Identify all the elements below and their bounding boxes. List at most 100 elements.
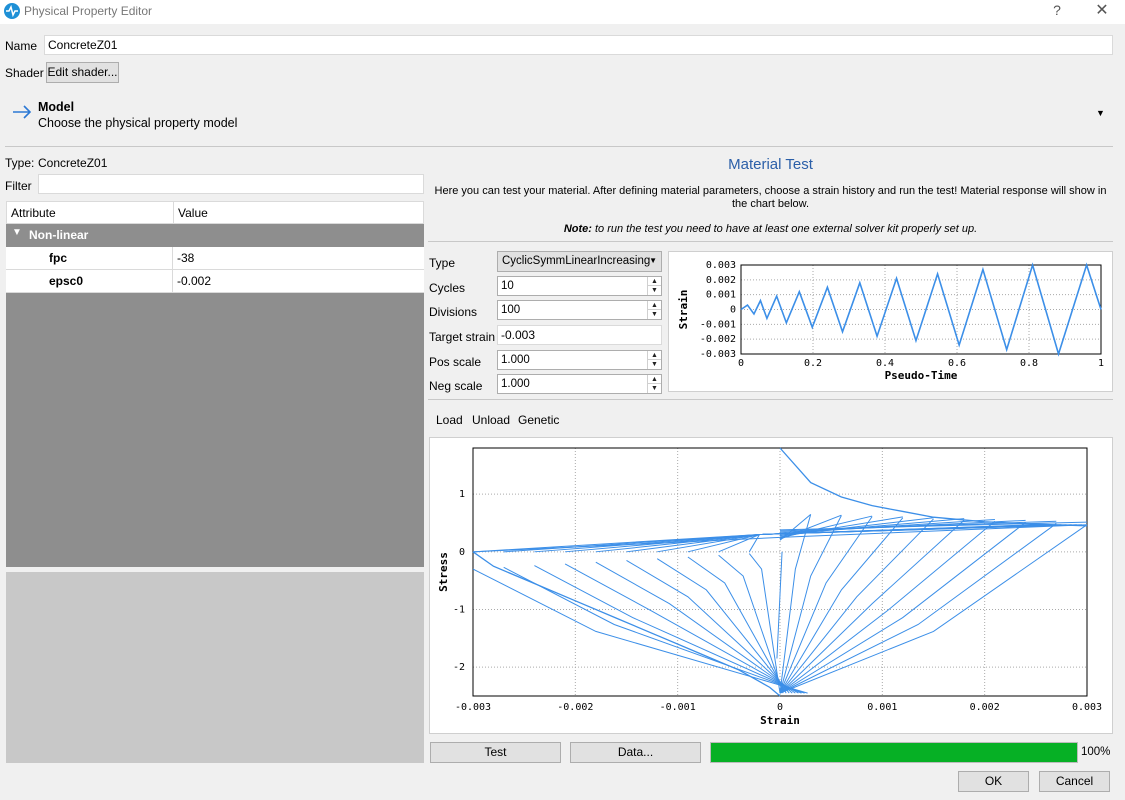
attribute-value[interactable]: -0.002 <box>177 274 211 288</box>
spin-down-icon[interactable]: ▼ <box>648 360 661 369</box>
hysteresis-branch <box>779 514 812 694</box>
y-tick-label: 1 <box>459 489 465 500</box>
neg-scale-stepper[interactable]: 1.000 ▲ ▼ <box>497 374 662 394</box>
attribute-name: fpc <box>49 251 67 265</box>
group-label: Non-linear <box>29 228 89 242</box>
x-tick-label: -0.002 <box>557 702 593 713</box>
model-subtitle: Choose the physical property model <box>38 116 238 130</box>
help-button[interactable]: ? <box>1050 2 1064 20</box>
divider <box>428 241 1113 242</box>
x-tick-label: -0.003 <box>455 702 491 713</box>
type-value: ConcreteZ01 <box>38 156 108 170</box>
shader-label: Shader <box>5 66 44 80</box>
y-tick-label: 0.003 <box>706 260 736 271</box>
attribute-name: epsc0 <box>49 274 84 288</box>
table-empty-area <box>6 293 424 567</box>
strain-history-plot: 0 0.2 0.4 0.6 0.8 1 0.003 0.002 0.001 0 -0.001 -0.0… <box>677 260 1104 382</box>
arrow-right-icon <box>10 102 34 122</box>
divider <box>5 146 1113 147</box>
type-select[interactable]: CyclicSymmLinearIncreasing ▼ <box>497 251 662 272</box>
cancel-button[interactable]: Cancel <box>1039 771 1110 792</box>
x-tick-label: 0.2 <box>804 358 822 369</box>
neg-scale-value: 1.000 <box>501 378 530 390</box>
spin-up-icon[interactable]: ▲ <box>648 375 661 384</box>
chevron-down-icon[interactable]: ▼ <box>1096 108 1105 118</box>
chevron-down-icon: ▼ <box>649 256 657 265</box>
edit-shader-button[interactable]: Edit shader... <box>46 62 119 83</box>
y-tick-label: -0.001 <box>700 319 736 330</box>
material-test-title: Material Test <box>728 156 813 173</box>
x-tick-label: 0.4 <box>876 358 894 369</box>
hysteresis-branch <box>656 558 790 694</box>
divisions-label: Divisions <box>429 305 478 319</box>
type-select-value: CyclicSymmLinearIncreasing <box>502 255 651 267</box>
note-bold: Note: <box>563 223 592 235</box>
hysteresis-branch <box>718 554 784 694</box>
group-row-non-linear[interactable]: ▼ Non-linear <box>6 224 424 247</box>
column-attribute[interactable]: Attribute <box>11 206 56 220</box>
x-tick-label: 0 <box>777 702 783 713</box>
name-label: Name <box>5 39 38 53</box>
name-input[interactable]: ConcreteZ01 <box>44 35 1113 55</box>
divisions-stepper[interactable]: 100 ▲ ▼ <box>497 300 662 320</box>
spin-up-icon[interactable]: ▲ <box>648 301 661 310</box>
pos-scale-value: 1.000 <box>501 354 530 366</box>
y-tick-label: 0 <box>459 547 465 558</box>
filter-input[interactable] <box>38 174 424 194</box>
progress-bar <box>710 742 1078 763</box>
hysteresis-branch <box>779 515 842 694</box>
y-tick-label: -0.003 <box>700 349 736 360</box>
spin-up-icon[interactable]: ▲ <box>648 351 661 360</box>
stress-strain-plot: -0.003 -0.002 -0.001 0 0.001 0.002 0.003 1 0 -1 -2… <box>437 447 1102 727</box>
spin-down-icon[interactable]: ▼ <box>648 286 661 295</box>
x-tick-label: 0 <box>738 358 744 369</box>
chevron-down-icon[interactable]: ▼ <box>12 227 22 238</box>
cycles-label: Cycles <box>429 281 466 295</box>
cycles-stepper[interactable]: 10 ▲ ▼ <box>497 276 662 296</box>
window-title: Physical Property Editor <box>24 4 153 18</box>
target-strain-input[interactable]: -0.003 <box>497 325 662 345</box>
close-icon[interactable]: ✕ <box>1092 0 1112 20</box>
column-value[interactable]: Value <box>178 206 208 220</box>
test-button[interactable]: Test <box>430 742 561 763</box>
tab-load[interactable]: Load <box>436 413 463 427</box>
table-row[interactable]: epsc0 -0.002 <box>6 270 424 293</box>
attribute-value[interactable]: -38 <box>177 251 194 265</box>
y-tick-label: -0.002 <box>700 334 736 345</box>
spin-up-icon[interactable]: ▲ <box>648 277 661 286</box>
spin-down-icon[interactable]: ▼ <box>648 310 661 319</box>
hysteresis-branch <box>779 524 1088 694</box>
y-tick-label: -1 <box>453 604 465 615</box>
pos-scale-stepper[interactable]: 1.000 ▲ ▼ <box>497 350 662 370</box>
x-tick-label: 0.8 <box>1020 358 1038 369</box>
spin-down-icon[interactable]: ▼ <box>648 384 661 393</box>
strain-history-chart: 0 0.2 0.4 0.6 0.8 1 0.003 0.002 0.001 0 -0.001 -0.0… <box>668 251 1113 392</box>
table-header: Attribute Value <box>6 201 424 224</box>
progress-label: 100% <box>1081 746 1111 758</box>
x-tick-label: 0.003 <box>1072 702 1102 713</box>
model-title: Model <box>38 100 75 114</box>
divider <box>428 399 1113 400</box>
hysteresis-branch <box>776 551 783 659</box>
material-test-description: Here you can test your material. After d… <box>434 185 1107 210</box>
filter-label: Filter <box>5 179 32 193</box>
cycles-value: 10 <box>501 280 514 292</box>
ok-button[interactable]: OK <box>958 771 1029 792</box>
y-axis-label: Stress <box>437 552 450 592</box>
x-axis-label: Pseudo-Time <box>885 369 958 382</box>
hysteresis-branch <box>779 516 873 694</box>
table-row[interactable]: fpc -38 <box>6 247 424 270</box>
x-tick-label: 0.002 <box>970 702 1000 713</box>
divisions-value: 100 <box>501 304 521 316</box>
neg-scale-label: Neg scale <box>429 379 483 393</box>
y-tick-label: 0.001 <box>706 290 736 301</box>
x-tick-label: 0.001 <box>867 702 897 713</box>
x-tick-label: 1 <box>1098 358 1104 369</box>
lower-panel <box>6 572 424 763</box>
tab-unload[interactable]: Unload <box>472 413 510 427</box>
app-icon <box>4 3 20 19</box>
data-button[interactable]: Data... <box>570 742 701 763</box>
tab-genetic[interactable]: Genetic <box>518 413 559 427</box>
x-tick-label: -0.001 <box>660 702 696 713</box>
material-test-note: Note: to run the test you need to have a… <box>430 223 1111 235</box>
